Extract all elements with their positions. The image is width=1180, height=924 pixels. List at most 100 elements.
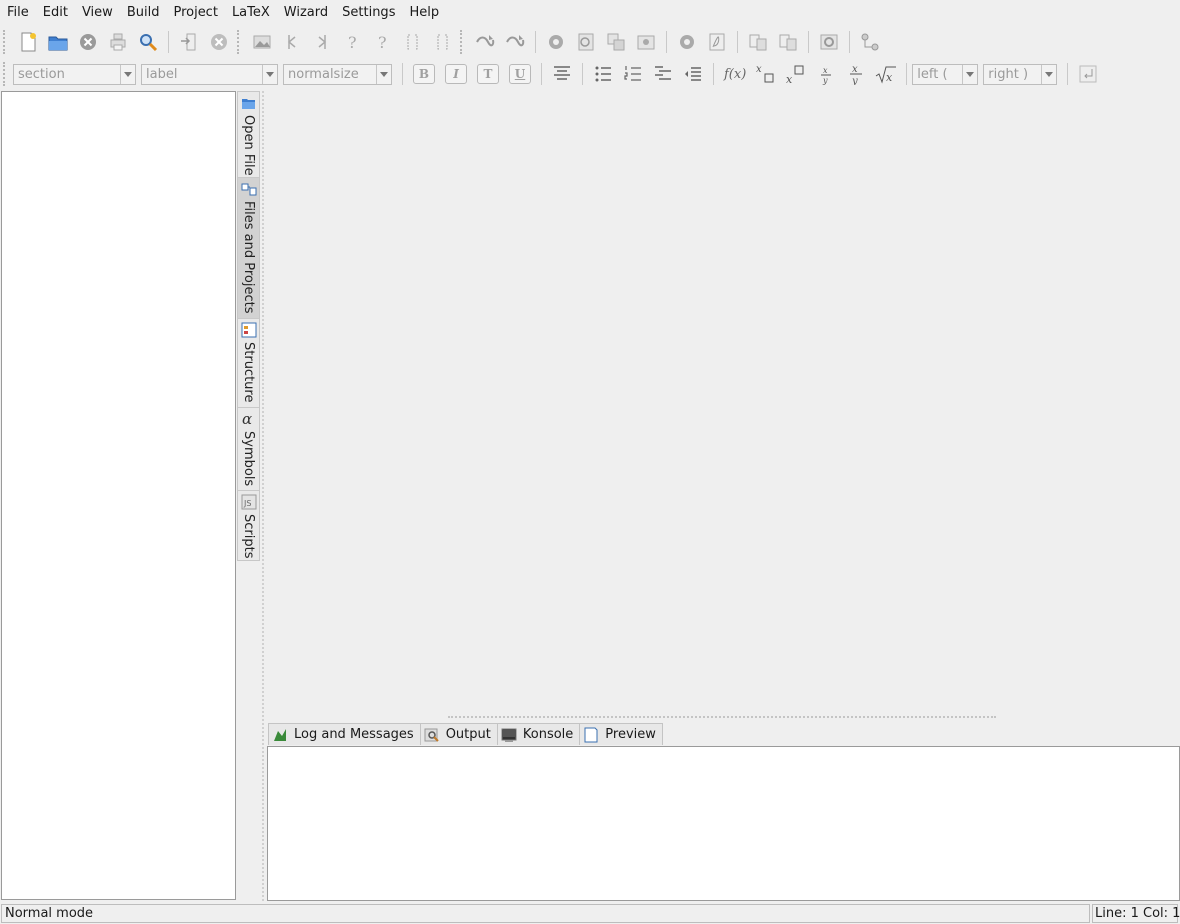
chevron-down-icon[interactable] (1041, 64, 1056, 84)
open-folder-icon (48, 36, 68, 51)
pdflatex-button[interactable] (674, 29, 700, 55)
tab-files-and-projects[interactable]: Files and Projects (238, 178, 259, 319)
print-button[interactable] (105, 29, 131, 55)
bracket-icon (437, 34, 448, 50)
forward-search-button[interactable] (745, 29, 771, 55)
label-combo[interactable]: label (141, 63, 278, 85)
center-button[interactable] (549, 61, 575, 87)
menu-latex[interactable]: LaTeX (225, 0, 277, 25)
toolbar-grip[interactable] (3, 30, 9, 54)
open-folder-icon (241, 95, 257, 111)
new-file-button[interactable] (15, 29, 41, 55)
toolbar-grip[interactable] (237, 30, 243, 54)
menu-help[interactable]: Help (402, 0, 446, 25)
chevron-down-icon[interactable] (962, 64, 977, 84)
next-mark-button[interactable] (309, 29, 335, 55)
section-combo-value: section (18, 66, 65, 82)
view-dvi-button[interactable] (573, 29, 599, 55)
inverse-search-button[interactable] (775, 29, 801, 55)
toolbar-grip[interactable] (3, 62, 9, 86)
insert-file-button[interactable] (176, 29, 202, 55)
description-button[interactable] (650, 61, 676, 87)
project-tree-button[interactable] (857, 29, 883, 55)
previous-bracket-button[interactable] (399, 29, 425, 55)
bold-button[interactable]: B (413, 64, 435, 84)
underline-button[interactable]: U (509, 64, 531, 84)
tab-output[interactable]: Output (419, 723, 498, 745)
graphic-button[interactable] (249, 29, 275, 55)
forward-search-icon (749, 34, 767, 51)
menu-settings[interactable]: Settings (335, 0, 402, 25)
chevron-down-icon[interactable] (120, 64, 135, 84)
next-bracket-button[interactable] (429, 29, 455, 55)
menu-wizard[interactable]: Wizard (277, 0, 335, 25)
vertical-splitter[interactable] (262, 91, 264, 901)
toolbar-separator (808, 31, 809, 53)
convert-button[interactable] (603, 29, 629, 55)
close-file-button[interactable] (75, 29, 101, 55)
left-delimiter-combo[interactable]: left ( (912, 63, 979, 85)
small-fraction-button[interactable]: xy (813, 61, 839, 87)
quickbuild-button[interactable] (472, 29, 498, 55)
log-panel[interactable] (267, 746, 1180, 901)
tab-preview[interactable]: Preview (579, 723, 663, 745)
main-toolbar: ? ? (0, 27, 1180, 57)
sqrt-button[interactable]: x (873, 61, 899, 87)
tab-log-and-messages[interactable]: Log and Messages (268, 723, 421, 745)
fraction-icon: xy (850, 64, 863, 85)
compile-button[interactable] (502, 29, 528, 55)
tab-konsole[interactable]: Konsole (496, 723, 581, 745)
newline-button[interactable] (1075, 61, 1101, 87)
tab-label: Symbols (241, 431, 256, 487)
fraction-button[interactable]: xy (843, 61, 869, 87)
tab-scripts[interactable]: JS Scripts (238, 491, 259, 561)
chevron-down-icon[interactable] (262, 64, 277, 84)
toolbar-separator (1067, 63, 1069, 85)
previous-mark-button[interactable] (279, 29, 305, 55)
toolbar-separator (168, 31, 169, 53)
superscript-button[interactable]: x (783, 61, 809, 87)
toolbar-grip[interactable] (460, 30, 466, 54)
find-replace-button[interactable] (135, 29, 161, 55)
side-panel-content[interactable] (1, 91, 236, 900)
tab-symbols[interactable]: α Symbols (238, 408, 259, 491)
size-combo[interactable]: normalsize (283, 63, 392, 85)
horizontal-splitter[interactable] (448, 716, 996, 718)
open-file-button[interactable] (45, 29, 71, 55)
svg-text:α: α (242, 411, 252, 427)
label-combo-value: label (146, 66, 178, 82)
preview-button[interactable] (816, 29, 842, 55)
view-ps-icon (637, 35, 655, 50)
itemize-button[interactable] (590, 61, 616, 87)
tab-structure[interactable]: Structure (238, 319, 259, 408)
chevron-down-icon[interactable] (376, 64, 391, 84)
right-delimiter-value: right ) (988, 66, 1029, 82)
menu-project[interactable]: Project (166, 0, 224, 25)
previous-mark-icon (287, 35, 296, 49)
stop-button[interactable] (206, 29, 232, 55)
toolbar-separator (535, 31, 536, 53)
right-delimiter-combo[interactable]: right ) (983, 63, 1058, 85)
menu-edit[interactable]: Edit (36, 0, 75, 25)
output-icon (424, 727, 440, 743)
list-item-button[interactable] (680, 61, 706, 87)
math-function-button[interactable]: f(x) (724, 67, 746, 82)
section-combo[interactable]: section (13, 63, 136, 85)
enumerate-button[interactable] (620, 61, 646, 87)
italic-button[interactable]: I (445, 64, 467, 84)
next-question-button[interactable]: ? (369, 29, 395, 55)
previous-question-button[interactable]: ? (339, 29, 365, 55)
subscript-button[interactable]: x (753, 61, 779, 87)
svg-text:x: x (852, 64, 858, 75)
menu-file[interactable]: File (0, 0, 36, 25)
view-ps-button[interactable] (633, 29, 659, 55)
tab-open-file[interactable]: Open File (238, 92, 259, 178)
convert-icon (607, 33, 625, 51)
menu-build[interactable]: Build (120, 0, 167, 25)
view-pdf-button[interactable] (704, 29, 730, 55)
latex-build-button[interactable] (543, 29, 569, 55)
typewriter-button[interactable]: T (477, 64, 499, 84)
numbered-list-icon (624, 66, 641, 81)
log-icon (272, 727, 288, 743)
menu-view[interactable]: View (75, 0, 120, 25)
